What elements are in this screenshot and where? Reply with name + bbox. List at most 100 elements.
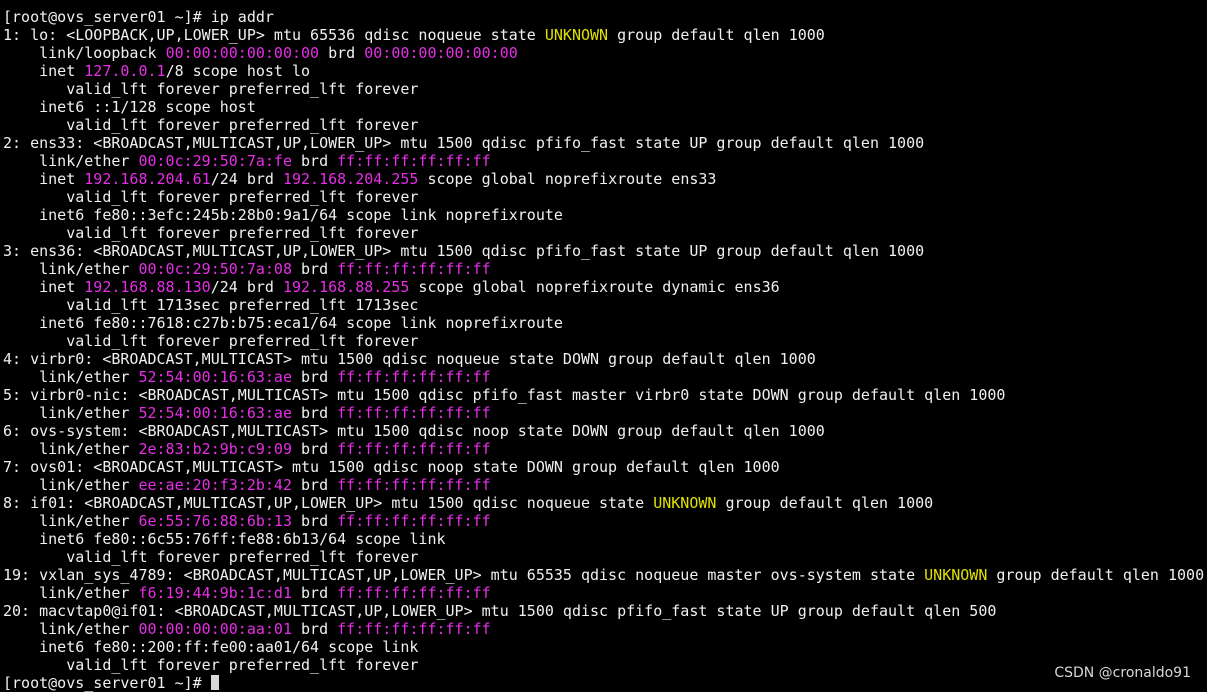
terminal-text: group default qlen 1000 [608,26,825,44]
terminal-text: valid_lft forever preferred_lft forever [3,548,419,566]
address-value: ff:ff:ff:ff:ff:ff [337,260,491,278]
terminal-line: inet6 fe80::3efc:245b:28b0:9a1/64 scope … [3,206,1204,224]
address-value: ff:ff:ff:ff:ff:ff [337,620,491,638]
terminal-text: brd [292,620,338,638]
terminal-line: valid_lft forever preferred_lft forever [3,188,1204,206]
terminal-line: [root@ovs_server01 ~]# [3,674,1204,692]
terminal-line: [root@ovs_server01 ~]# ip addr [3,8,1204,26]
terminal-text: inet6 fe80::3efc:245b:28b0:9a1/64 scope … [3,206,563,224]
terminal-text: inet [3,170,85,188]
address-value: ff:ff:ff:ff:ff:ff [337,512,491,530]
terminal-line: 7: ovs01: <BROADCAST,MULTICAST> mtu 1500… [3,458,1204,476]
terminal-text: valid_lft forever preferred_lft forever [3,188,419,206]
terminal-line: valid_lft forever preferred_lft forever [3,332,1204,350]
terminal-line: inet 192.168.88.130/24 brd 192.168.88.25… [3,278,1204,296]
terminal-line: 5: virbr0-nic: <BROADCAST,MULTICAST> mtu… [3,386,1204,404]
terminal-text: valid_lft 1713sec preferred_lft 1713sec [3,296,419,314]
terminal-text: brd [292,260,338,278]
terminal-text: 5: virbr0-nic: <BROADCAST,MULTICAST> mtu… [3,386,1006,404]
terminal-text: link/loopback [3,44,166,62]
terminal-text: 7: ovs01: <BROADCAST,MULTICAST> mtu 1500… [3,458,780,476]
terminal-text: scope global noprefixroute dynamic ens36 [409,278,780,296]
terminal-output[interactable]: [root@ovs_server01 ~]# ip addr 1: lo: <LO… [3,8,1204,692]
terminal-line: valid_lft forever preferred_lft forever [3,80,1204,98]
address-value: 52:54:00:16:63:ae [138,404,292,422]
terminal-text: 19: vxlan_sys_4789: <BROADCAST,MULTICAST… [3,566,925,584]
terminal-line: valid_lft forever preferred_lft forever [3,548,1204,566]
terminal-text: link/ether [3,440,139,458]
address-value: ff:ff:ff:ff:ff:ff [337,584,491,602]
address-value: 192.168.204.255 [282,170,419,188]
state-unknown-text: UNKNOWN [924,566,988,584]
terminal-line: valid_lft 1713sec preferred_lft 1713sec [3,296,1204,314]
state-unknown-text: UNKNOWN [544,26,609,44]
terminal-line: 1: lo: <LOOPBACK,UP,LOWER_UP> mtu 65536 … [3,26,1204,44]
terminal-text: scope global noprefixroute ens33 [418,170,717,188]
terminal-text: link/ether [3,512,139,530]
terminal-text: /8 scope host lo [165,62,311,80]
terminal-text: 2: ens33: <BROADCAST,MULTICAST,UP,LOWER_… [3,134,925,152]
address-value: 52:54:00:16:63:ae [138,368,292,386]
address-value: 00:0c:29:50:7a:fe [138,152,292,170]
terminal-text: valid_lft forever preferred_lft forever [3,116,419,134]
terminal-line: link/ether f6:19:44:9b:1c:d1 brd ff:ff:f… [3,584,1204,602]
terminal-text: inet6 fe80::7618:c27b:b75:eca1/64 scope … [3,314,563,332]
terminal-line: link/ether 2e:83:b2:9b:c9:09 brd ff:ff:f… [3,440,1204,458]
terminal-text: inet6 ::1/128 scope host [3,98,256,116]
terminal-text: [root@ovs_server01 ~]# ip addr [3,8,274,26]
terminal-text: /24 brd [210,278,283,296]
terminal-line: link/ether 00:00:00:00:aa:01 brd ff:ff:f… [3,620,1204,638]
terminal-text: 3: ens36: <BROADCAST,MULTICAST,UP,LOWER_… [3,242,925,260]
address-value: ff:ff:ff:ff:ff:ff [337,476,491,494]
terminal-text: 4: virbr0: <BROADCAST,MULTICAST> mtu 150… [3,350,816,368]
terminal-text: link/ether [3,152,139,170]
terminal-line: inet 127.0.0.1/8 scope host lo [3,62,1204,80]
terminal-line: link/ether 00:0c:29:50:7a:08 brd ff:ff:f… [3,260,1204,278]
terminal-text: valid_lft forever preferred_lft forever [3,656,419,674]
address-value: 00:0c:29:50:7a:08 [138,260,292,278]
terminal-text: link/ether [3,476,139,494]
address-value: 00:00:00:00:00:00 [165,44,320,62]
terminal-text: brd [292,404,338,422]
terminal-line: link/ether 00:0c:29:50:7a:fe brd ff:ff:f… [3,152,1204,170]
terminal-text: link/ether [3,260,139,278]
address-value: ff:ff:ff:ff:ff:ff [337,440,491,458]
address-value: ff:ff:ff:ff:ff:ff [337,404,491,422]
terminal-text: group default qlen 1000 [716,494,934,512]
address-value: ee:ae:20:f3:2b:42 [138,476,292,494]
terminal-line: link/ether 52:54:00:16:63:ae brd ff:ff:f… [3,404,1204,422]
address-value: 192.168.204.61 [84,170,211,188]
terminal-line: link/loopback 00:00:00:00:00:00 brd 00:0… [3,44,1204,62]
terminal-text: inet6 fe80::200:ff:fe00:aa01/64 scope li… [3,638,419,656]
terminal-text: valid_lft forever preferred_lft forever [3,80,419,98]
terminal-line: link/ether ee:ae:20:f3:2b:42 brd ff:ff:f… [3,476,1204,494]
terminal-text: brd [292,368,338,386]
terminal-text: group default qlen 1000 [987,566,1205,584]
terminal-line: 20: macvtap0@if01: <BROADCAST,MULTICAST,… [3,602,1204,620]
address-value: 192.168.88.130 [84,278,211,296]
address-value: 192.168.88.255 [282,278,410,296]
address-value: 127.0.0.1 [84,62,166,80]
terminal-text: /24 brd [210,170,283,188]
address-value: f6:19:44:9b:1c:d1 [138,584,292,602]
terminal-line: 8: if01: <BROADCAST,MULTICAST,UP,LOWER_U… [3,494,1204,512]
terminal-line: valid_lft forever preferred_lft forever [3,224,1204,242]
terminal-text: inet [3,62,85,80]
terminal-line: inet6 fe80::200:ff:fe00:aa01/64 scope li… [3,638,1204,656]
terminal-text: link/ether [3,404,139,422]
terminal-text: valid_lft forever preferred_lft forever [3,224,419,242]
terminal-text: 8: if01: <BROADCAST,MULTICAST,UP,LOWER_U… [3,494,654,512]
terminal-text: brd [292,512,338,530]
terminal-line: inet 192.168.204.61/24 brd 192.168.204.2… [3,170,1204,188]
terminal-line: 4: virbr0: <BROADCAST,MULTICAST> mtu 150… [3,350,1204,368]
terminal-text: brd [292,476,338,494]
address-value: ff:ff:ff:ff:ff:ff [337,152,491,170]
terminal-line: link/ether 6e:55:76:88:6b:13 brd ff:ff:f… [3,512,1204,530]
terminal-text: 20: macvtap0@if01: <BROADCAST,MULTICAST,… [3,602,997,620]
terminal-line: inet6 fe80::7618:c27b:b75:eca1/64 scope … [3,314,1204,332]
terminal-line: inet6 ::1/128 scope host [3,98,1204,116]
terminal-text: [root@ovs_server01 ~]# [3,674,211,692]
address-value: 00:00:00:00:00:00 [364,44,518,62]
terminal-line: inet6 fe80::6c55:76ff:fe88:6b13/64 scope… [3,530,1204,548]
terminal-text: brd [319,44,365,62]
